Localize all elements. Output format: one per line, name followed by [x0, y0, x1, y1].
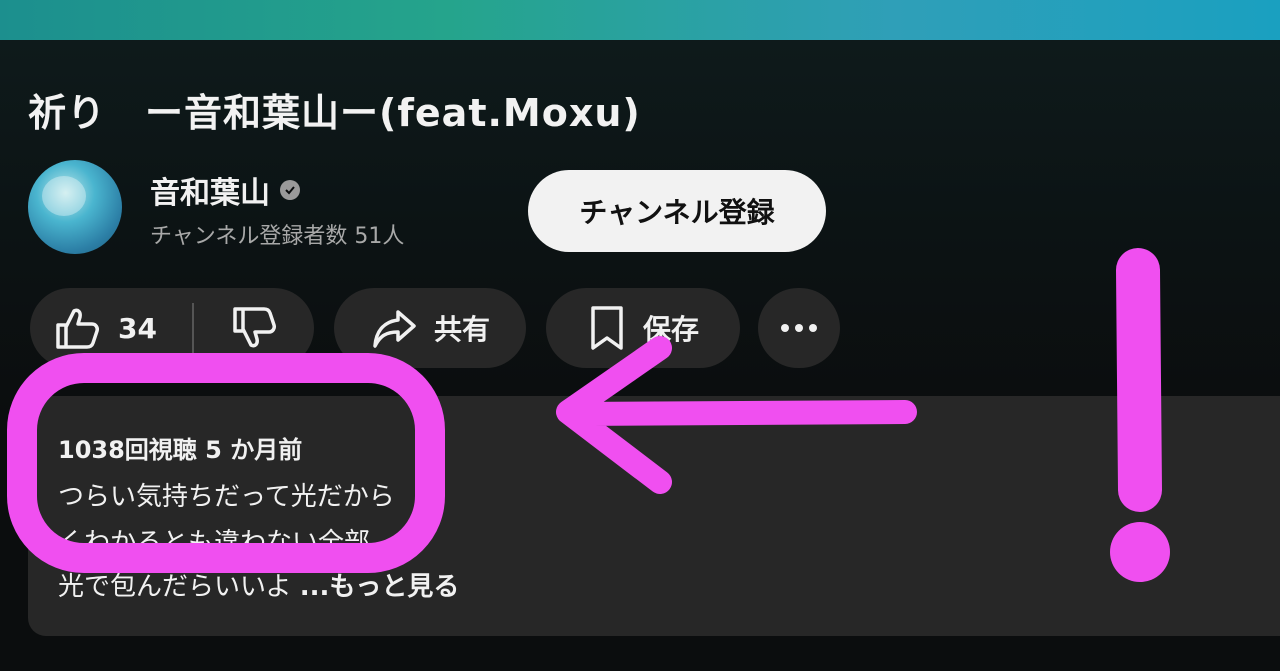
- subscriber-count: チャンネル登録者数 51人: [150, 224, 405, 249]
- subscribe-button[interactable]: チャンネル登録: [528, 170, 826, 252]
- like-button[interactable]: 34: [30, 303, 192, 353]
- save-label: 保存: [642, 313, 699, 346]
- dislike-icon: [233, 307, 276, 348]
- description-line-3-text: 光で包んだらいいよ: [58, 572, 292, 602]
- like-icon: [56, 308, 99, 349]
- verified-icon: [280, 180, 300, 200]
- channel-name-row[interactable]: 音和葉山: [150, 168, 300, 212]
- save-button[interactable]: 保存: [546, 288, 740, 368]
- view-count-and-date: 1038回視聴 5 か月前: [58, 436, 303, 464]
- share-button[interactable]: 共有: [334, 288, 526, 368]
- share-label: 共有: [433, 313, 490, 346]
- avatar-highlight: [42, 176, 86, 216]
- like-count: 34: [118, 311, 157, 345]
- more-actions-button[interactable]: [758, 288, 840, 368]
- video-player-edge: [0, 0, 1280, 40]
- channel-avatar[interactable]: [28, 160, 122, 254]
- save-icon: [591, 306, 623, 350]
- show-more-link[interactable]: ...もっと見る: [300, 572, 460, 602]
- more-icon: [781, 324, 817, 332]
- description-line-1: つらい気持ちだって光だから: [58, 482, 395, 512]
- dislike-button[interactable]: [194, 303, 314, 353]
- share-icon: [373, 310, 416, 348]
- like-dislike-group: 34: [30, 288, 314, 368]
- channel-name[interactable]: 音和葉山: [150, 168, 270, 212]
- description-line-3: 光で包んだらいいよ ...もっと見る: [58, 566, 459, 603]
- description-line-2: くわかるとも違わない全部: [58, 528, 371, 558]
- video-title: 祈り ー音和葉山ー(feat.Moxu): [28, 91, 641, 135]
